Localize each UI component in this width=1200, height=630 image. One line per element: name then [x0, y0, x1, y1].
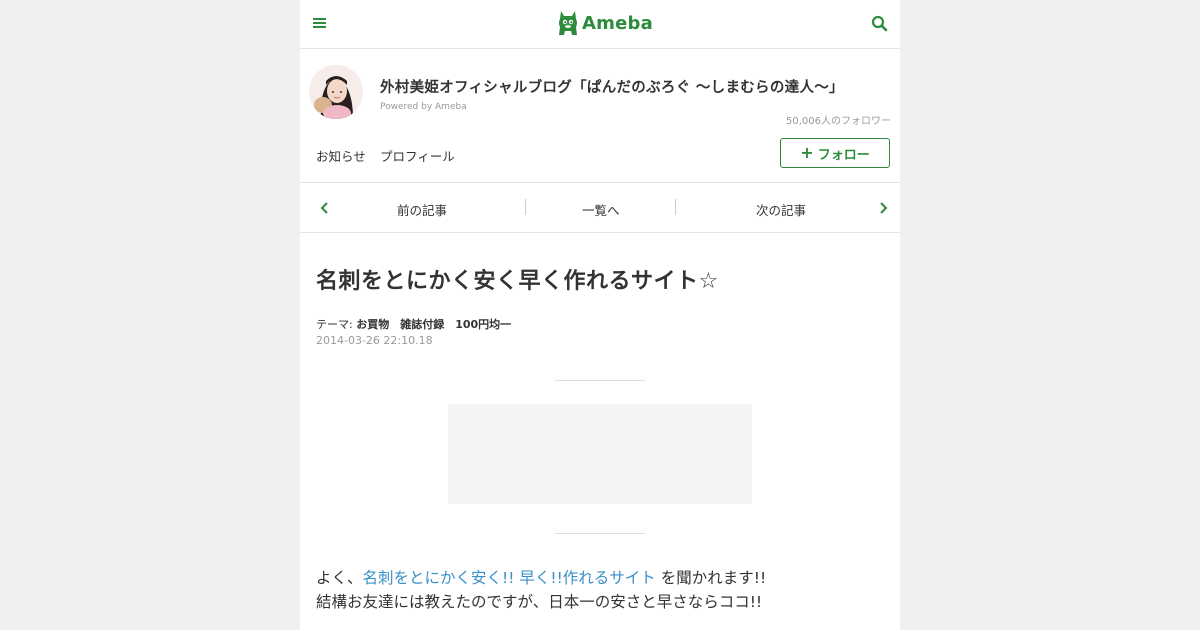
chevron-left-icon[interactable]	[318, 200, 332, 214]
article-title: 名刺をとにかく安く早く作れるサイト☆	[316, 269, 719, 294]
logo-text: Ameba	[582, 12, 653, 34]
nav-divider	[675, 199, 676, 215]
nav-profile[interactable]: プロフィール	[380, 146, 455, 165]
ameba-mascot-icon	[559, 11, 577, 35]
divider	[555, 380, 645, 381]
prev-article-link[interactable]: 前の記事	[397, 200, 447, 219]
search-icon[interactable]	[870, 14, 890, 34]
follower-count[interactable]: 50,006人のフォロワー	[786, 112, 891, 127]
nav-divider	[525, 199, 526, 215]
ad-placeholder	[448, 404, 752, 504]
avatar[interactable]	[309, 65, 363, 119]
body-text-suffix: を聞かれます!!	[655, 569, 767, 587]
follow-button[interactable]: + フォロー	[780, 138, 890, 168]
follow-label: フォロー	[817, 147, 870, 163]
body-line-2: 結構お友達には教えたのですが、日本一の安さと早さならココ!!	[316, 593, 763, 611]
article-date: 2014-03-26 22:10.18	[316, 334, 433, 347]
body-text-prefix: よく、	[316, 569, 363, 587]
divider	[555, 533, 645, 534]
blog-header: 外村美姫オフィシャルブログ「ぱんだのぶろぐ ～しまむらの達人～」 Powered…	[300, 49, 900, 183]
article-nav: 前の記事 一覧へ 次の記事	[300, 183, 900, 233]
theme-label: テーマ:	[316, 318, 353, 331]
article-theme: テーマ: お買物 雑誌付録 100円均一	[316, 316, 511, 332]
article-body: よく、名刺をとにかく安く!! 早く!!作れるサイト を聞かれます!! 結構お友達…	[316, 566, 766, 614]
ameba-logo[interactable]: Ameba	[557, 8, 653, 38]
next-article-link[interactable]: 次の記事	[756, 200, 806, 219]
powered-by: Powered by Ameba	[380, 102, 467, 112]
top-bar: Ameba	[300, 0, 900, 49]
chevron-right-icon[interactable]	[876, 200, 890, 214]
business-card-site-link[interactable]: 名刺をとにかく安く!! 早く!!作れるサイト	[363, 569, 656, 587]
hamburger-icon[interactable]	[312, 16, 328, 32]
theme-link[interactable]: お買物 雑誌付録 100円均一	[356, 318, 511, 331]
plus-icon: +	[800, 143, 814, 162]
nav-news[interactable]: お知らせ	[316, 146, 366, 165]
blog-title[interactable]: 外村美姫オフィシャルブログ「ぱんだのぶろぐ ～しまむらの達人～」	[380, 76, 844, 97]
list-link[interactable]: 一覧へ	[582, 200, 620, 219]
body-line-1: よく、名刺をとにかく安く!! 早く!!作れるサイト を聞かれます!!	[316, 566, 766, 590]
page: Ameba 外村美姫オフィシャルブログ「ぱんだのぶろぐ ～しまむらの達人～」 P…	[300, 0, 900, 630]
